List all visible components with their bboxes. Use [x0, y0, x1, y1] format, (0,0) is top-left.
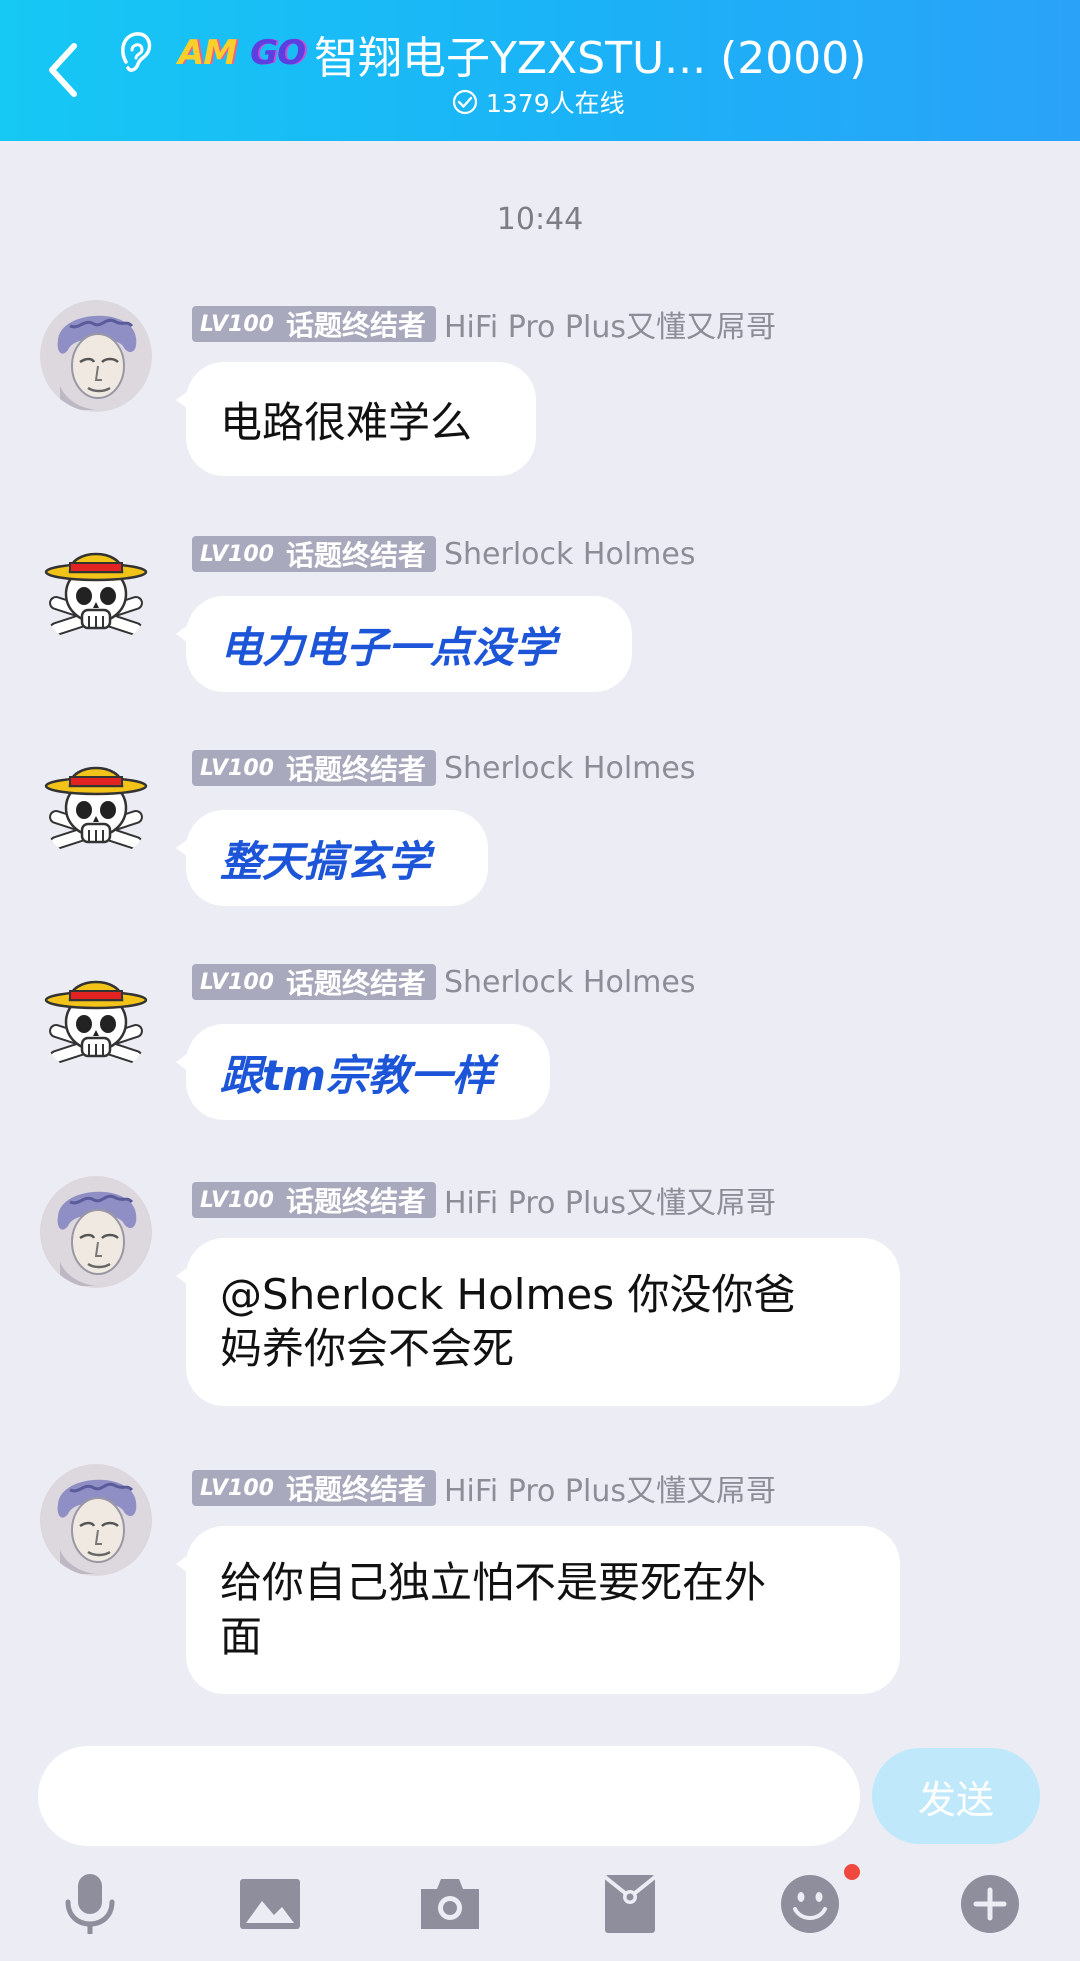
message-text: 跟tm宗教一样 [220, 1050, 494, 1100]
sender-meta: LV100 话题终结者 HiFi Pro Plus又懂又屌哥 [192, 1178, 776, 1222]
plus-icon[interactable] [952, 1866, 1028, 1942]
message-input[interactable] [38, 1746, 860, 1846]
message-text-line: 面 [220, 1612, 263, 1661]
brand-go: GO [250, 33, 306, 73]
avatar[interactable] [40, 536, 152, 648]
avatar[interactable] [40, 1464, 152, 1576]
avatar[interactable] [40, 1176, 152, 1288]
message-bubble[interactable]: 给你自己独立怕不是要死在外 面 [176, 1526, 900, 1694]
group-title[interactable]: 智翔电子YZXSTU... (2000) [314, 22, 866, 86]
message-text: 电力电子一点没学 [220, 622, 557, 672]
sender-name[interactable]: Sherlock Holmes [444, 965, 696, 1000]
brand-am: AM [178, 33, 237, 73]
sender-name[interactable]: Sherlock Holmes [444, 537, 696, 572]
level-badge: LV100 话题终结者 [192, 1470, 436, 1506]
avatar[interactable] [40, 750, 152, 862]
level-badge: LV100 话题终结者 [192, 536, 436, 572]
message-text: 整天搞玄学 [220, 836, 431, 886]
message-text-line: 妈养你会不会死 [220, 1324, 515, 1373]
message-text-line: @Sherlock Holmes 你没你爸 [220, 1270, 796, 1319]
online-text: 1379人在线 [486, 89, 625, 118]
message-timestamp: 10:44 [496, 202, 584, 237]
online-count: 1379人在线 [452, 84, 625, 120]
message-bubble[interactable]: @Sherlock Holmes 你没你爸 妈养你会不会死 [176, 1238, 900, 1406]
notification-dot [844, 1864, 860, 1880]
check-circle-icon [452, 89, 478, 115]
sender-name[interactable]: HiFi Pro Plus又懂又屌哥 [444, 1466, 776, 1510]
message-bubble[interactable]: 电力电子一点没学 [176, 596, 632, 692]
ear-icon[interactable] [114, 28, 158, 78]
sender-name[interactable]: HiFi Pro Plus又懂又屌哥 [444, 1178, 776, 1222]
send-button[interactable]: 发送 [872, 1748, 1040, 1844]
sender-meta: LV100 话题终结者 Sherlock Holmes [192, 750, 695, 786]
sender-name[interactable]: HiFi Pro Plus又懂又屌哥 [444, 302, 776, 346]
redpacket-icon[interactable] [592, 1866, 668, 1942]
sender-meta: LV100 话题终结者 Sherlock Holmes [192, 536, 695, 572]
microphone-icon[interactable] [52, 1866, 128, 1942]
level-badge: LV100 话题终结者 [192, 1182, 436, 1218]
sender-meta: LV100 话题终结者 Sherlock Holmes [192, 964, 695, 1000]
camera-icon[interactable] [412, 1866, 488, 1942]
avatar[interactable] [40, 964, 152, 1076]
level-badge: LV100 话题终结者 [192, 964, 436, 1000]
sender-name[interactable]: Sherlock Holmes [444, 751, 696, 786]
chevron-left-icon [49, 43, 77, 97]
sender-meta: LV100 话题终结者 HiFi Pro Plus又懂又屌哥 [192, 302, 776, 346]
back-button[interactable] [36, 30, 90, 110]
image-icon[interactable] [232, 1866, 308, 1942]
message-bubble[interactable]: 电路很难学么 [176, 362, 536, 476]
level-badge: LV100 话题终结者 [192, 306, 436, 342]
message-text-line: 给你自己独立怕不是要死在外 [220, 1558, 767, 1607]
message-bubble[interactable]: 跟tm宗教一样 [176, 1024, 550, 1120]
message-bubble[interactable]: 整天搞玄学 [176, 810, 488, 906]
brand-logo: AM GO [178, 33, 306, 73]
level-badge: LV100 话题终结者 [192, 750, 436, 786]
emoji-icon[interactable] [772, 1866, 848, 1942]
sender-meta: LV100 话题终结者 HiFi Pro Plus又懂又屌哥 [192, 1466, 776, 1510]
message-text: 电路很难学么 [220, 397, 473, 447]
avatar[interactable] [40, 300, 152, 412]
chat-header: AM GO 智翔电子YZXSTU... (2000) 1379人在线 [0, 0, 1080, 141]
